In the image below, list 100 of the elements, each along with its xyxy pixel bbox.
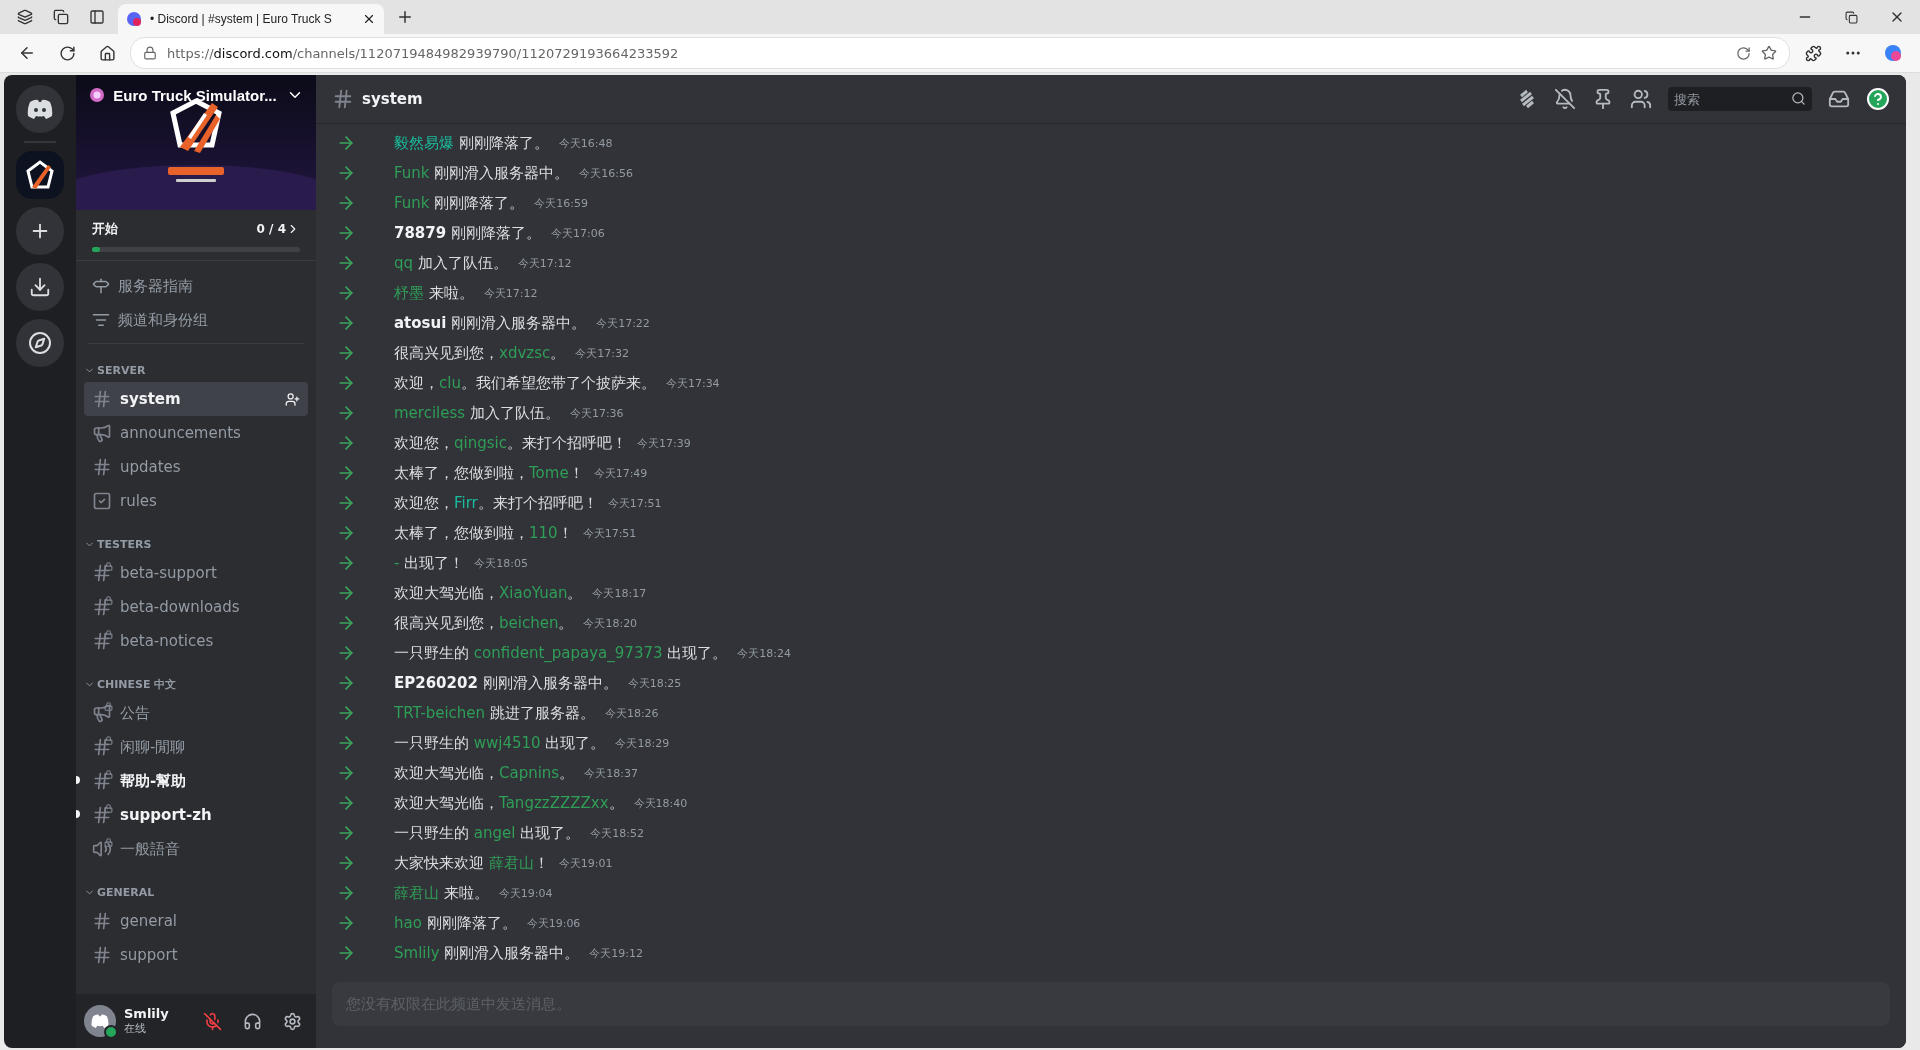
search-field[interactable]: 搜索 xyxy=(1668,87,1812,111)
channel-item[interactable]: system xyxy=(84,382,308,416)
username-link[interactable]: beichen xyxy=(499,613,559,632)
category-header[interactable]: SERVER xyxy=(84,358,308,382)
username-link[interactable]: merciless xyxy=(394,403,466,422)
server-guide-link[interactable]: 频道和身份组 xyxy=(84,303,308,337)
channel-item[interactable]: beta-downloads xyxy=(84,590,308,624)
message-timestamp: 今天18:29 xyxy=(615,735,670,751)
username-link[interactable]: wwj4510 xyxy=(473,733,541,752)
address-bar[interactable]: https://discord.com/channels/1120719484982939790/1120729193664233592 xyxy=(130,37,1790,69)
refresh-icon[interactable] xyxy=(58,44,76,62)
system-message: - 出现了！ xyxy=(394,553,465,573)
message-timestamp: 今天16:59 xyxy=(534,195,588,211)
username-link[interactable]: angel xyxy=(473,823,516,842)
username-link[interactable]: TRT-beichen xyxy=(394,703,486,722)
username-link[interactable]: xdvzsc xyxy=(499,343,551,362)
message-timestamp: 今天19:06 xyxy=(526,915,581,931)
system-message: 薛君山 来啦。 xyxy=(394,883,489,903)
user-status: 在线 xyxy=(124,1021,147,1036)
username-link[interactable]: XiaoYuan xyxy=(499,583,568,602)
server-icon[interactable] xyxy=(16,151,64,199)
download-button[interactable] xyxy=(16,263,64,311)
workspaces-icon[interactable] xyxy=(53,9,69,25)
username-link[interactable]: - xyxy=(394,553,400,572)
system-message: 太棒了，您做到啦，110！ xyxy=(394,523,573,543)
username-link[interactable]: Tome xyxy=(529,463,569,482)
tab-actions-icon[interactable] xyxy=(89,9,105,25)
message-timestamp: 今天17:12 xyxy=(483,285,538,301)
channel-item[interactable]: rules xyxy=(84,484,308,518)
username-link[interactable]: 杼墨 xyxy=(394,283,424,302)
onboarding-label[interactable]: 开始 xyxy=(92,220,118,238)
explore-button[interactable] xyxy=(16,319,64,367)
category-header[interactable]: TESTERS xyxy=(84,532,308,556)
muted-bell-icon[interactable] xyxy=(1554,88,1576,110)
channel-item[interactable]: updates xyxy=(84,450,308,484)
message-timestamp: 今天18:17 xyxy=(592,585,647,601)
system-message: EP260202 刚刚滑入服务器中。 xyxy=(394,673,618,693)
message-timestamp: 今天18:20 xyxy=(583,615,638,631)
username-link[interactable]: Funk xyxy=(394,163,430,182)
star-icon[interactable] xyxy=(1761,45,1777,61)
new-tab-icon[interactable] xyxy=(396,8,414,26)
search-icon[interactable] xyxy=(1791,91,1806,106)
system-message: 很高兴见到您，xdvzsc。 xyxy=(394,343,566,363)
message-timestamp: 今天18:25 xyxy=(627,675,682,691)
server-guide-link[interactable]: 服务器指南 xyxy=(84,269,308,303)
username-link[interactable]: Firr xyxy=(454,493,478,512)
username-link[interactable]: Funk xyxy=(394,193,430,212)
username-link[interactable]: 110 xyxy=(529,523,558,542)
channel-item[interactable]: general xyxy=(84,904,308,938)
category-header[interactable]: GENERAL xyxy=(84,880,308,904)
server-badge-icon xyxy=(90,88,104,102)
username-link[interactable]: Smlily xyxy=(394,943,440,962)
close-icon[interactable] xyxy=(362,12,376,26)
username-link[interactable]: TangzzZZZZxx xyxy=(499,793,609,812)
channel-hash-icon xyxy=(332,88,354,110)
channel-title: system xyxy=(362,90,423,108)
message-timestamp: 今天19:04 xyxy=(498,885,553,901)
restore-icon[interactable] xyxy=(1844,10,1858,24)
username-link[interactable]: confident_papaya_97373 xyxy=(473,643,663,662)
home-icon[interactable] xyxy=(98,44,116,62)
message-timestamp: 今天17:36 xyxy=(569,405,624,421)
home-button[interactable] xyxy=(16,85,64,133)
message-timestamp: 今天18:37 xyxy=(584,765,638,781)
message-timestamp: 今天19:12 xyxy=(589,945,643,961)
username-link[interactable]: qq xyxy=(394,253,414,272)
invite-icon[interactable] xyxy=(285,391,300,407)
system-message: qq 加入了队伍。 xyxy=(394,253,508,273)
inbox-icon[interactable] xyxy=(1828,88,1850,110)
user-avatar[interactable] xyxy=(84,1005,116,1037)
add-server-button[interactable] xyxy=(16,207,64,255)
channel-item[interactable]: announcements xyxy=(84,416,308,450)
headphones-icon[interactable] xyxy=(242,1011,262,1031)
channel-item[interactable]: beta-support xyxy=(84,556,308,590)
lock-icon[interactable] xyxy=(143,46,157,60)
system-message: 大家快来欢迎 薛君山！ xyxy=(394,853,549,873)
username-link[interactable]: Capnins xyxy=(499,763,560,782)
username-link[interactable]: clu xyxy=(439,373,461,392)
message-timestamp: 今天17:12 xyxy=(517,255,572,271)
system-message: 欢迎您，qingsic。来打个招呼吧！ xyxy=(394,433,627,453)
category-header[interactable]: CHINESE 中文 xyxy=(84,672,308,696)
copilot-icon[interactable] xyxy=(1883,43,1903,63)
puzzle-icon[interactable] xyxy=(1804,44,1822,62)
channel-item[interactable]: 闲聊-閒聊 xyxy=(84,730,308,764)
channel-item[interactable]: 公告 xyxy=(84,696,308,730)
username-link[interactable]: qingsic xyxy=(454,433,507,452)
members-icon[interactable] xyxy=(1630,88,1652,110)
channel-item[interactable]: support xyxy=(84,938,308,972)
channel-item[interactable]: 帮助-幫助 xyxy=(84,764,308,798)
username-link[interactable]: 毅然易爆 xyxy=(394,133,454,152)
channel-item[interactable]: 一般語音 xyxy=(84,832,308,866)
help-icon[interactable] xyxy=(1866,87,1890,111)
mic-muted-icon[interactable] xyxy=(202,1011,222,1031)
discord-logo-icon xyxy=(27,99,53,119)
username-link[interactable]: 薛君山 xyxy=(488,853,534,872)
username-link[interactable]: 薛君山 xyxy=(394,883,439,902)
username-link[interactable]: hao xyxy=(394,913,422,932)
channel-item[interactable]: beta-notices xyxy=(84,624,308,658)
channel-item[interactable]: support-zh xyxy=(84,798,308,832)
browser-tab[interactable]: • Discord | #system | Euro Truck S xyxy=(118,4,384,34)
settings-icon[interactable] xyxy=(282,1011,302,1031)
